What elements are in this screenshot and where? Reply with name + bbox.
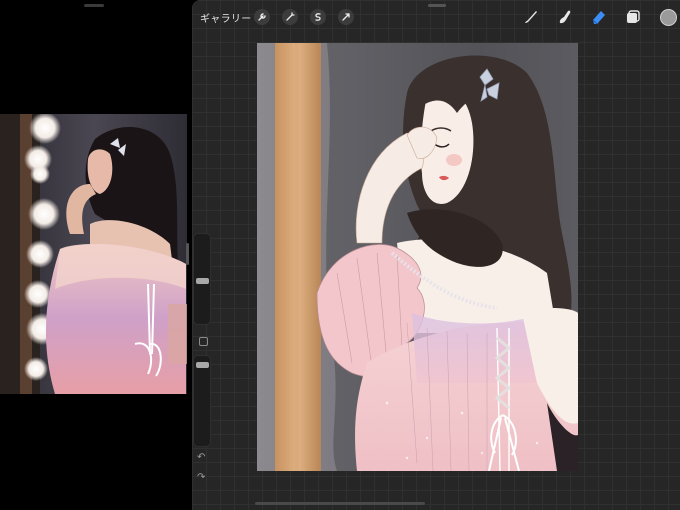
brush-size-thumb[interactable] xyxy=(196,278,209,284)
opacity-slider[interactable] xyxy=(193,355,211,447)
reference-pane xyxy=(0,0,190,510)
brush-size-slider[interactable] xyxy=(193,233,211,325)
gallery-button[interactable]: ギャラリー xyxy=(200,10,252,25)
color-icon[interactable] xyxy=(660,9,677,26)
toolbar: ギャラリー xyxy=(192,0,680,34)
home-indicator xyxy=(255,502,425,505)
split-view-handle[interactable] xyxy=(186,243,189,265)
opacity-thumb[interactable] xyxy=(196,362,209,368)
reference-photo xyxy=(0,114,187,394)
drawing-canvas[interactable] xyxy=(257,43,578,471)
transform-icon[interactable] xyxy=(338,9,354,25)
redo-icon[interactable]: ↷ xyxy=(197,472,205,483)
selection-icon[interactable] xyxy=(310,9,326,25)
reference-grabber[interactable] xyxy=(84,4,104,7)
undo-icon[interactable]: ↶ xyxy=(197,452,205,463)
wrench-icon[interactable] xyxy=(254,9,270,25)
layers-icon[interactable] xyxy=(624,8,642,26)
modify-button[interactable] xyxy=(199,337,208,346)
magic-wand-icon[interactable] xyxy=(282,9,298,25)
smudge-icon[interactable] xyxy=(556,8,574,26)
brush-icon[interactable] xyxy=(522,8,540,26)
eraser-icon[interactable] xyxy=(590,8,608,26)
